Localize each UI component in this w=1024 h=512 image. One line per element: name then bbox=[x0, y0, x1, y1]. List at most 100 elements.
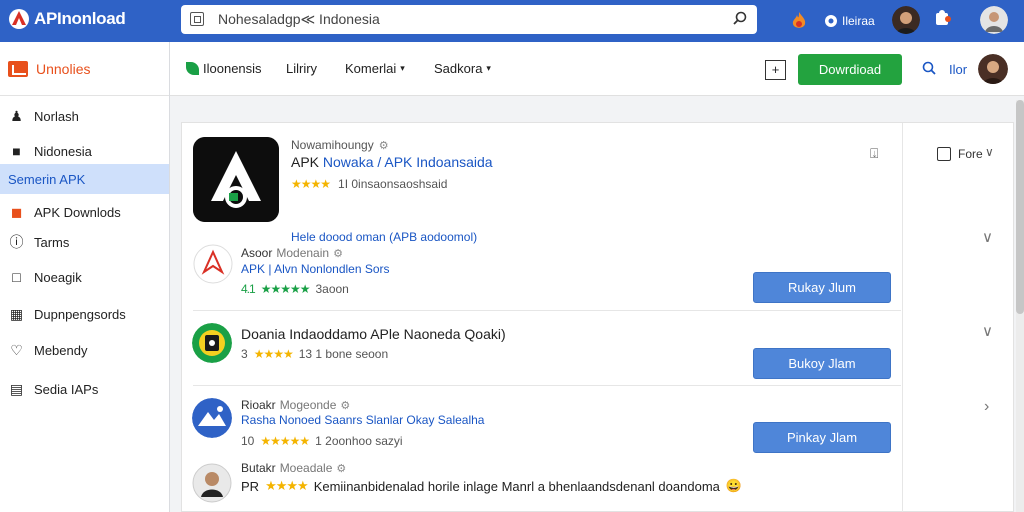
app-rating: 10 ★★★★★ 1 2oonhoo sazyi bbox=[241, 434, 403, 448]
chat-label: Ileiraa bbox=[842, 14, 875, 28]
search-icon[interactable] bbox=[733, 11, 747, 25]
sidebar-item-label: Semerin APK bbox=[8, 171, 86, 187]
app-icon-butakr[interactable] bbox=[192, 463, 232, 503]
developer-name: Nowamihoungy bbox=[291, 138, 374, 152]
rating-text: 3aoon bbox=[315, 282, 349, 296]
app-rating: 4.1 ★★★★★ 3aoon bbox=[241, 282, 349, 296]
developer-sub: Moeadale bbox=[279, 461, 333, 475]
star-rating: ★★★★ bbox=[253, 347, 294, 361]
info-icon: ⓘ bbox=[9, 234, 24, 250]
sidebar-item-label: Tarms bbox=[34, 234, 70, 250]
account-label[interactable]: Ilor bbox=[949, 62, 967, 77]
nav-item-label: Iloonensis bbox=[203, 61, 262, 76]
extensions-icon[interactable] bbox=[933, 10, 951, 28]
app-developer: Nowamihoungy ⚙ bbox=[291, 138, 389, 152]
app-subtitle[interactable]: Rasha Nonoed Saanrs Slanlar Okay Salealh… bbox=[241, 413, 484, 427]
address-bar[interactable]: Nohesaladgp≪ Indonesia bbox=[181, 5, 757, 34]
sidebar-item-label: Sedia IAPs bbox=[34, 381, 99, 397]
chevron-down-icon[interactable]: ∨ bbox=[982, 228, 993, 246]
sidebar: Unnolies ♟ Norlash ■ Nidonesia Semerin A… bbox=[0, 42, 170, 512]
nav-item-komerlai[interactable]: Komerlai ▾ bbox=[345, 61, 405, 76]
app-subtitle[interactable]: APK | Alvn Nonlondlen Sors bbox=[241, 262, 390, 276]
app-description-row: PR ★★★★ Kemiinanbidenalad horile inlage … bbox=[241, 478, 742, 494]
nav-item-label: Sadkora bbox=[434, 61, 483, 76]
sidebar-item-label: Dupnpengsords bbox=[34, 306, 126, 322]
developer-sub: Modenain bbox=[276, 246, 330, 260]
app-developer: Butakr Moeadale ⚙ bbox=[241, 461, 346, 475]
star-rating: ★★★★★ bbox=[260, 282, 311, 296]
chat-menu[interactable]: Ileiraa bbox=[824, 0, 875, 42]
download-button[interactable]: Dowrdioad bbox=[798, 54, 902, 85]
sidebar-item-dupnpengsords[interactable]: ▦ Dupnpengsords bbox=[0, 299, 169, 329]
chevron-down-icon[interactable]: ∨ bbox=[985, 145, 994, 159]
install-button[interactable]: Bukoy Jlam bbox=[753, 348, 891, 379]
app-rating: 3 ★★★★ 13 1 bone seoon bbox=[241, 347, 388, 361]
sidebar-item-nidonesia[interactable]: ■ Nidonesia bbox=[0, 136, 169, 166]
nav-item-library[interactable]: Lilriry bbox=[286, 61, 317, 76]
chevron-down-icon: ▾ bbox=[400, 63, 405, 73]
sidebar-item-noeagik[interactable]: □ Noeagik bbox=[0, 262, 169, 292]
chevron-down-icon[interactable]: ∨ bbox=[982, 322, 993, 340]
settings-icon[interactable]: ⚙ bbox=[336, 462, 346, 475]
sidebar-item-label: APK Downlods bbox=[34, 204, 121, 220]
chevron-right-icon[interactable]: › bbox=[984, 398, 989, 416]
nav-item-sadkora[interactable]: Sadkora ▾ bbox=[434, 61, 491, 76]
rating-prefix: 3 bbox=[241, 347, 248, 361]
emoji-icon: 😀 bbox=[725, 478, 743, 493]
sidebar-item-semerin-apk[interactable]: Semerin APK bbox=[0, 164, 169, 194]
sidebar-item-mebendy[interactable]: ♡ Mebendy bbox=[0, 335, 169, 365]
app-rating: ★★★★ 1I 0insaonsaoshsaid bbox=[291, 177, 447, 191]
install-button[interactable]: Pinkay Jlam bbox=[753, 422, 891, 453]
heart-icon: ♡ bbox=[10, 342, 23, 358]
section-link[interactable]: Hele doood oman (APB aodoomol) bbox=[291, 230, 477, 244]
rating-text: 13 1 bone seoon bbox=[298, 347, 389, 361]
fire-icon[interactable] bbox=[790, 11, 808, 31]
star-rating: ★★★★ bbox=[291, 177, 331, 191]
nav-item-indonesia[interactable]: Iloonensis bbox=[186, 61, 262, 76]
settings-icon[interactable]: ⚙ bbox=[340, 399, 350, 412]
sidebar-item-label: Mebendy bbox=[34, 342, 88, 358]
profile-avatar[interactable] bbox=[980, 6, 1008, 34]
rating-text: 1I 0insaonsaoshsaid bbox=[338, 177, 448, 191]
chat-icon: □ bbox=[12, 269, 21, 285]
sidebar-item-apk-downloads[interactable]: ◼ APK Downlods bbox=[0, 197, 169, 227]
add-box-button[interactable]: + bbox=[765, 60, 786, 80]
app-icon-asoor[interactable] bbox=[193, 244, 233, 284]
app-icon-rioakr[interactable] bbox=[192, 398, 232, 438]
sidebar-item-norlash[interactable]: ♟ Norlash bbox=[0, 101, 169, 131]
app-developer: Rioakr Mogeonde ⚙ bbox=[241, 398, 350, 412]
leaf-icon bbox=[186, 62, 199, 75]
user-avatar[interactable] bbox=[892, 6, 920, 34]
rating-prefix: 10 bbox=[241, 434, 255, 448]
search-icon[interactable] bbox=[922, 61, 936, 75]
app-title[interactable]: Doania Indaoddamo APle Naoneda Qoaki) bbox=[241, 326, 506, 342]
app-developer: Asoor Modenain ⚙ bbox=[241, 246, 343, 260]
scrollbar-thumb[interactable] bbox=[1016, 100, 1024, 314]
sidebar-header-label: Unnolies bbox=[36, 60, 91, 77]
app-logo-icon[interactable] bbox=[193, 137, 279, 222]
apps-icon bbox=[8, 60, 28, 77]
app-description: Kemiinanbidenalad horile inlage Manrl a … bbox=[313, 478, 720, 494]
settings-icon[interactable]: ⚙ bbox=[379, 139, 389, 152]
filter-label: Fore bbox=[958, 147, 983, 161]
developer-name: Asoor bbox=[241, 246, 273, 260]
briefcase-icon: ■ bbox=[12, 143, 21, 159]
app-icon-doania[interactable] bbox=[192, 323, 232, 363]
sidebar-item-tarms[interactable]: ⓘ Tarms bbox=[0, 227, 169, 257]
nav-item-label: Komerlai bbox=[345, 61, 397, 76]
chevron-down-icon: ▾ bbox=[486, 63, 491, 73]
brand[interactable]: APInonload bbox=[8, 8, 126, 30]
page-icon bbox=[190, 12, 204, 26]
settings-icon[interactable]: ⚙ bbox=[333, 247, 343, 260]
sidebar-item-sedia-iaps[interactable]: ▤ Sedia IAPs bbox=[0, 374, 169, 404]
filter-checkbox[interactable] bbox=[937, 147, 951, 161]
address-text: Nohesaladgp≪ Indonesia bbox=[218, 11, 380, 27]
pin-icon[interactable]: ⍗ bbox=[870, 145, 886, 162]
app-title: APK Nowaka / APK Indoansaida bbox=[291, 154, 493, 170]
account-avatar[interactable] bbox=[978, 54, 1008, 84]
star-rating: ★★★★ bbox=[265, 478, 309, 493]
row-divider bbox=[193, 385, 901, 386]
brand-logo-icon bbox=[9, 9, 29, 29]
install-button[interactable]: Rukay Jlum bbox=[753, 272, 891, 303]
sidebar-header[interactable]: Unnolies bbox=[0, 42, 169, 96]
